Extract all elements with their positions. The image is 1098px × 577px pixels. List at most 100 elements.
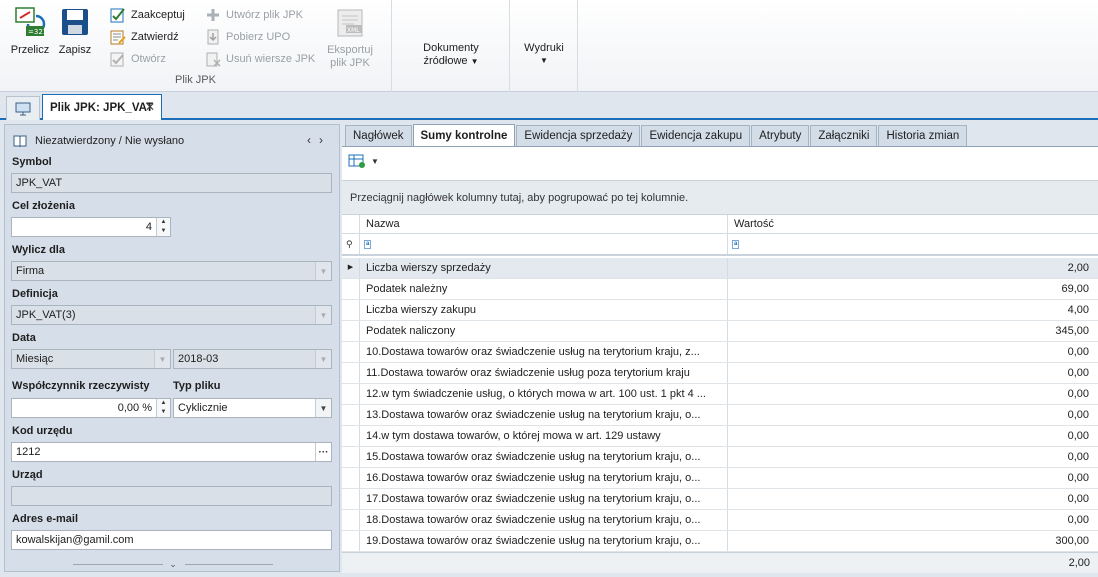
- definicja-label: Definicja: [12, 288, 58, 300]
- cell-nazwa[interactable]: Podatek naliczony: [359, 321, 727, 341]
- utworz-plik-button[interactable]: Utwórz plik JPK: [205, 6, 303, 24]
- chevron-right-icon[interactable]: ›: [319, 133, 331, 147]
- wydruki-button[interactable]: Wydruki ▼: [520, 42, 568, 66]
- cell-wartosc[interactable]: 0,00: [727, 447, 1093, 467]
- zaakceptuj-button[interactable]: Zaakceptuj: [110, 6, 185, 24]
- data-select[interactable]: 2018-03 ▼: [173, 349, 332, 369]
- row-indicator: [342, 531, 359, 551]
- table-row[interactable]: 18.Dostawa towarów oraz świadczenie usłu…: [342, 510, 1098, 531]
- eksportuj-label-2: plik JPK: [330, 57, 370, 69]
- table-row[interactable]: 15.Dostawa towarów oraz świadczenie usłu…: [342, 447, 1098, 468]
- cell-wartosc[interactable]: 0,00: [727, 342, 1093, 362]
- tab-naglowek[interactable]: Nagłówek: [345, 125, 412, 146]
- column-header-nazwa[interactable]: Nazwa: [359, 215, 727, 235]
- tab-historia-zmian[interactable]: Historia zmian: [878, 125, 968, 146]
- cel-zlozenia-stepper[interactable]: 4 ▲ ▼: [11, 217, 171, 237]
- table-row[interactable]: 11.Dostawa towarów oraz świadczenie usłu…: [342, 363, 1098, 384]
- cell-wartosc[interactable]: 0,00: [727, 405, 1093, 425]
- filter-cell-wartosc[interactable]: a: [727, 234, 1093, 254]
- usun-wiersze-button[interactable]: Usuń wiersze JPK: [205, 50, 315, 68]
- wylicz-dla-select[interactable]: Firma ▼: [11, 261, 332, 281]
- cell-wartosc[interactable]: 2,00: [727, 258, 1093, 278]
- table-row[interactable]: 10.Dostawa towarów oraz świadczenie usłu…: [342, 342, 1098, 363]
- cell-nazwa[interactable]: 10.Dostawa towarów oraz świadczenie usłu…: [359, 342, 727, 362]
- cell-wartosc[interactable]: 345,00: [727, 321, 1093, 341]
- zatwierdz-button[interactable]: Zatwierdź: [110, 28, 179, 46]
- okres-select[interactable]: Miesiąc ▼: [11, 349, 171, 369]
- pobierz-upo-button[interactable]: Pobierz UPO: [205, 28, 290, 46]
- cell-nazwa[interactable]: 11.Dostawa towarów oraz świadczenie usłu…: [359, 363, 727, 383]
- otworz-button[interactable]: Otwórz: [110, 50, 166, 68]
- typ-pliku-select[interactable]: Cyklicznie ▼: [173, 398, 332, 418]
- cell-nazwa[interactable]: Podatek należny: [359, 279, 727, 299]
- cell-wartosc[interactable]: 0,00: [727, 384, 1093, 404]
- cell-nazwa[interactable]: 19.Dostawa towarów oraz świadczenie usłu…: [359, 531, 727, 551]
- cell-nazwa[interactable]: 18.Dostawa towarów oraz świadczenie usłu…: [359, 510, 727, 530]
- dokumenty-zrodlowe-button[interactable]: Dokumenty źródłowe ▼: [412, 42, 490, 68]
- cell-wartosc[interactable]: 69,00: [727, 279, 1093, 299]
- tab-atrybuty[interactable]: Atrybuty: [751, 125, 810, 146]
- cell-wartosc[interactable]: 0,00: [727, 510, 1093, 530]
- ellipsis-icon[interactable]: ···: [315, 443, 331, 461]
- close-icon[interactable]: ✕: [145, 100, 155, 114]
- email-field[interactable]: kowalskijan@gamil.com: [11, 530, 332, 550]
- column-header-wartosc[interactable]: Wartość: [727, 215, 1093, 235]
- table-row[interactable]: Liczba wierszy zakupu 4,00: [342, 300, 1098, 321]
- tab-sumy-kontrolne[interactable]: Sumy kontrolne: [412, 124, 516, 146]
- kod-urzedu-field[interactable]: 1212 ···: [11, 442, 332, 462]
- tab-zalaczniki[interactable]: Załączniki: [810, 125, 878, 146]
- przelicz-button[interactable]: =321 Przelicz: [8, 6, 52, 57]
- chevron-left-icon[interactable]: ‹: [307, 133, 319, 147]
- grid-toolbar: ▼: [348, 152, 379, 170]
- spin-arrows-icon[interactable]: ▲ ▼: [156, 218, 170, 236]
- filter-cell-nazwa[interactable]: a: [359, 234, 727, 254]
- spin-arrows-icon[interactable]: ▲ ▼: [156, 399, 170, 417]
- table-row[interactable]: 17.Dostawa towarów oraz świadczenie usłu…: [342, 489, 1098, 510]
- eksportuj-button[interactable]: XML Eksportuj plik JPK: [322, 8, 378, 70]
- chevron-down-icon: ▼: [540, 56, 548, 65]
- cell-nazwa[interactable]: Liczba wierszy zakupu: [359, 300, 727, 320]
- tab-ewidencja-zakupu[interactable]: Ewidencja zakupu: [641, 125, 751, 146]
- table-row[interactable]: 12.w tym świadczenie usług, o których mo…: [342, 384, 1098, 405]
- grid-settings-icon[interactable]: [348, 153, 366, 169]
- chevron-down-icon: ▼: [154, 350, 170, 368]
- tab-ewidencja-sprzedazy[interactable]: Ewidencja sprzedaży: [516, 125, 641, 146]
- cell-wartosc[interactable]: 4,00: [727, 300, 1093, 320]
- grid-header: Nazwa Wartość: [342, 214, 1098, 235]
- doc-tab-plik-jpk[interactable]: Plik JPK: JPK_VAT ✕: [42, 94, 162, 120]
- grid-footer: 2,00: [342, 552, 1098, 573]
- home-tab[interactable]: [6, 96, 40, 120]
- cel-label: Cel złożenia: [12, 200, 75, 212]
- table-row[interactable]: Podatek należny 69,00: [342, 279, 1098, 300]
- cell-nazwa[interactable]: 14.w tym dostawa towarów, o której mowa …: [359, 426, 727, 446]
- cell-wartosc[interactable]: 0,00: [727, 489, 1093, 509]
- table-row[interactable]: 14.w tym dostawa towarów, o której mowa …: [342, 426, 1098, 447]
- table-row[interactable]: 19.Dostawa towarów oraz świadczenie usłu…: [342, 531, 1098, 552]
- chevron-down-icon[interactable]: ▼: [371, 157, 379, 166]
- cell-nazwa[interactable]: 16.Dostawa towarów oraz świadczenie usłu…: [359, 468, 727, 488]
- wspolczynnik-stepper[interactable]: 0,00 % ▲ ▼: [11, 398, 171, 418]
- cell-wartosc[interactable]: 300,00: [727, 531, 1093, 551]
- plus-icon: [207, 9, 219, 21]
- cell-wartosc[interactable]: 0,00: [727, 468, 1093, 488]
- table-row[interactable]: 13.Dostawa towarów oraz świadczenie usłu…: [342, 405, 1098, 426]
- cell-nazwa[interactable]: 15.Dostawa towarów oraz świadczenie usłu…: [359, 447, 727, 467]
- group-by-panel[interactable]: Przeciągnij nagłówek kolumny tutaj, aby …: [342, 180, 1098, 214]
- filter-row: ⚲ a a: [342, 234, 1098, 256]
- text-filter-icon: a: [732, 239, 740, 249]
- definicja-select[interactable]: JPK_VAT(3) ▼: [11, 305, 332, 325]
- chevron-down-icon[interactable]: ▼: [315, 399, 331, 417]
- table-row[interactable]: Podatek naliczony 345,00: [342, 321, 1098, 342]
- table-row[interactable]: 16.Dostawa towarów oraz świadczenie usłu…: [342, 468, 1098, 489]
- zapisz-button[interactable]: Zapisz: [56, 6, 94, 57]
- cell-wartosc[interactable]: 0,00: [727, 363, 1093, 383]
- cell-nazwa[interactable]: 13.Dostawa towarów oraz świadczenie usłu…: [359, 405, 727, 425]
- table-row[interactable]: ▶ Liczba wierszy sprzedaży 2,00: [342, 258, 1098, 279]
- cell-nazwa[interactable]: Liczba wierszy sprzedaży: [359, 258, 727, 278]
- inner-tabs: Nagłówek Sumy kontrolne Ewidencja sprzed…: [345, 124, 968, 146]
- cell-nazwa[interactable]: 12.w tym świadczenie usług, o których mo…: [359, 384, 727, 404]
- download-icon: [207, 29, 219, 45]
- cell-wartosc[interactable]: 0,00: [727, 426, 1093, 446]
- expand-handle[interactable]: ⌄: [13, 560, 333, 569]
- cell-nazwa[interactable]: 17.Dostawa towarów oraz świadczenie usłu…: [359, 489, 727, 509]
